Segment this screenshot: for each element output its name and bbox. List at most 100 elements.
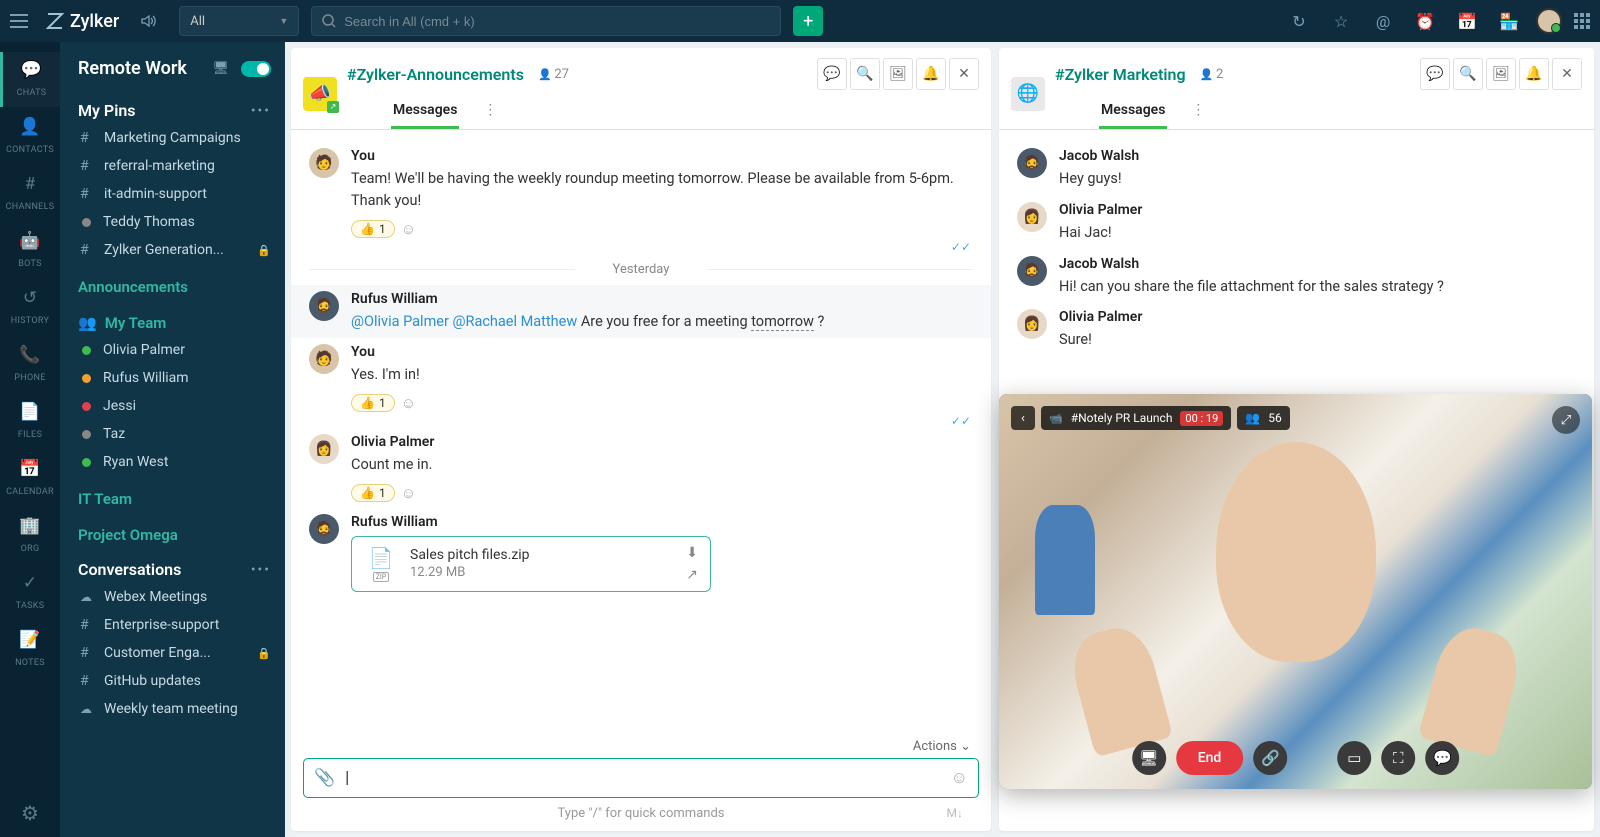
rail-org[interactable]: 🏢ORG (0, 508, 60, 563)
conv-item[interactable]: #Customer Enga...🔒 (60, 639, 285, 667)
refresh-icon[interactable]: ↻ (1284, 12, 1314, 31)
fullscreen-button[interactable]: ⛶ (1381, 741, 1415, 775)
download-icon[interactable]: ⬇ (686, 545, 698, 561)
avatar[interactable]: 🧔 (309, 514, 339, 544)
member-count[interactable]: 2 (1200, 67, 1224, 82)
pin-item[interactable]: Teddy Thomas (60, 208, 285, 236)
rail-files[interactable]: 📄FILES (0, 394, 60, 449)
expand-icon[interactable]: ⤢ (1552, 406, 1580, 434)
video-call-window[interactable]: ‹ 📹 #Notely PR Launch 00 : 19 👥 56 ⤢ 🖥 E… (999, 394, 1592, 789)
video-back-button[interactable]: ‹ (1011, 406, 1035, 430)
add-button[interactable]: + (793, 6, 823, 36)
link-button[interactable]: 🔗 (1253, 741, 1287, 775)
add-reaction-icon[interactable]: ☺ (401, 484, 416, 502)
team-member[interactable]: Jessi (60, 392, 285, 420)
compose-box[interactable]: 📎 | ☺ (303, 758, 979, 798)
date-chip[interactable]: tomorrow (751, 313, 814, 331)
file-attachment[interactable]: 📄 ZIP Sales pitch files.zip 12.29 MB ⬇ ↗ (351, 536, 711, 592)
close-icon[interactable]: ✕ (1552, 58, 1582, 90)
reminder-icon[interactable]: ⏰ (1410, 12, 1440, 31)
monitor-icon[interactable]: 🖥 (212, 61, 229, 76)
gear-icon[interactable]: ⚙ (21, 801, 39, 825)
search-input[interactable] (344, 14, 770, 29)
attach-icon[interactable]: 📎 (314, 768, 335, 788)
search-box[interactable] (311, 6, 781, 36)
pin-item[interactable]: #it-admin-support (60, 180, 285, 208)
pins-more-icon[interactable]: ••• (251, 103, 271, 119)
rail-chats[interactable]: 💬CHATS (0, 52, 60, 107)
rail-bots[interactable]: 🤖BOTS (0, 223, 60, 278)
team-member[interactable]: Olivia Palmer (60, 336, 285, 364)
chat-icon[interactable]: 💬 (1420, 58, 1450, 90)
chat-button[interactable]: 💬 (1425, 741, 1459, 775)
rail-calendar[interactable]: 📅CALENDAR (0, 451, 60, 506)
search-channel-icon[interactable]: 🔍 (850, 58, 880, 90)
pin-item[interactable]: #Zylker Generation...🔒 (60, 236, 285, 264)
actions-dropdown[interactable]: Actions (303, 735, 979, 758)
rail-contacts[interactable]: 👤CONTACTS (0, 109, 60, 164)
rail-tasks[interactable]: ✓TASKS (0, 565, 60, 620)
rail-notes[interactable]: 📝NOTES (0, 622, 60, 677)
share-icon[interactable]: ↗ (686, 567, 698, 583)
avatar[interactable]: 👩 (1017, 202, 1047, 232)
mention[interactable]: @Olivia Palmer (351, 313, 449, 330)
team-member[interactable]: Ryan West (60, 448, 285, 476)
avatar[interactable]: 👩 (309, 434, 339, 464)
add-reaction-icon[interactable]: ☺ (401, 394, 416, 412)
close-icon[interactable]: ✕ (949, 58, 979, 90)
search-channel-icon[interactable]: 🔍 (1453, 58, 1483, 90)
member-count[interactable]: 27 (538, 67, 569, 82)
avatar[interactable]: 🧑 (309, 344, 339, 374)
add-reaction-icon[interactable]: ☺ (401, 220, 416, 238)
reaction[interactable]: 👍 1 (351, 394, 395, 412)
star-icon[interactable]: ☆ (1326, 12, 1356, 31)
pin-item[interactable]: #Marketing Campaigns (60, 124, 285, 152)
avatar[interactable]: 🧑 (309, 148, 339, 178)
bell-icon[interactable]: 🔔 (916, 58, 946, 90)
team-member[interactable]: Taz (60, 420, 285, 448)
share-screen-button[interactable]: 🖥 (1132, 741, 1166, 775)
omega-group[interactable]: Project Omega (60, 512, 285, 548)
tab-more-icon[interactable]: ⋮ (477, 96, 503, 129)
end-call-button[interactable]: End (1176, 741, 1244, 775)
participants-pill[interactable]: 👥 56 (1237, 406, 1289, 430)
media-icon[interactable]: 🖼 (1486, 58, 1516, 90)
picture-in-picture-button[interactable]: ▭ (1337, 741, 1371, 775)
conv-more-icon[interactable]: ••• (251, 562, 271, 578)
user-avatar[interactable] (1536, 8, 1562, 34)
mention-icon[interactable]: @ (1368, 12, 1398, 31)
bell-icon[interactable]: 🔔 (1519, 58, 1549, 90)
chat-icon[interactable]: 💬 (817, 58, 847, 90)
mention[interactable]: @Rachael Matthew (453, 313, 578, 330)
avatar[interactable]: 🧔 (1017, 256, 1047, 286)
markdown-toggle[interactable]: M↓ (947, 806, 963, 820)
store-icon[interactable]: 🏪 (1494, 12, 1524, 31)
calendar-icon[interactable]: 📅 (1452, 12, 1482, 31)
avatar[interactable]: 🧔 (309, 291, 339, 321)
itteam-group[interactable]: IT Team (60, 476, 285, 512)
channel-name[interactable]: #Zylker Marketing (1055, 65, 1186, 84)
speaker-icon[interactable] (141, 14, 157, 28)
conv-item[interactable]: ☁Weekly team meeting (60, 695, 285, 723)
scope-dropdown[interactable]: All ▼ (179, 6, 299, 36)
rail-channels[interactable]: #CHANNELS (0, 166, 60, 221)
conv-item[interactable]: #Enterprise-support (60, 611, 285, 639)
conv-item[interactable]: #GitHub updates (60, 667, 285, 695)
announcements-group[interactable]: Announcements (60, 264, 285, 300)
myteam-group[interactable]: 👥My Team (60, 300, 285, 336)
team-member[interactable]: Rufus William (60, 364, 285, 392)
emoji-icon[interactable]: ☺ (951, 768, 968, 788)
tab-messages[interactable]: Messages (391, 96, 459, 129)
apps-grid-icon[interactable] (1574, 13, 1590, 29)
status-toggle[interactable] (241, 61, 271, 77)
avatar[interactable]: 👩 (1017, 309, 1047, 339)
tab-more-icon[interactable]: ⋮ (1185, 96, 1211, 129)
pin-item[interactable]: #referral-marketing (60, 152, 285, 180)
tab-messages[interactable]: Messages (1099, 96, 1167, 129)
media-icon[interactable]: 🖼 (883, 58, 913, 90)
conv-item[interactable]: ☁Webex Meetings (60, 583, 285, 611)
avatar[interactable]: 🧔 (1017, 148, 1047, 178)
channel-name[interactable]: #Zylker-Announcements (347, 65, 524, 84)
rail-phone[interactable]: 📞PHONE (0, 337, 60, 392)
rail-history[interactable]: ↺HISTORY (0, 280, 60, 335)
